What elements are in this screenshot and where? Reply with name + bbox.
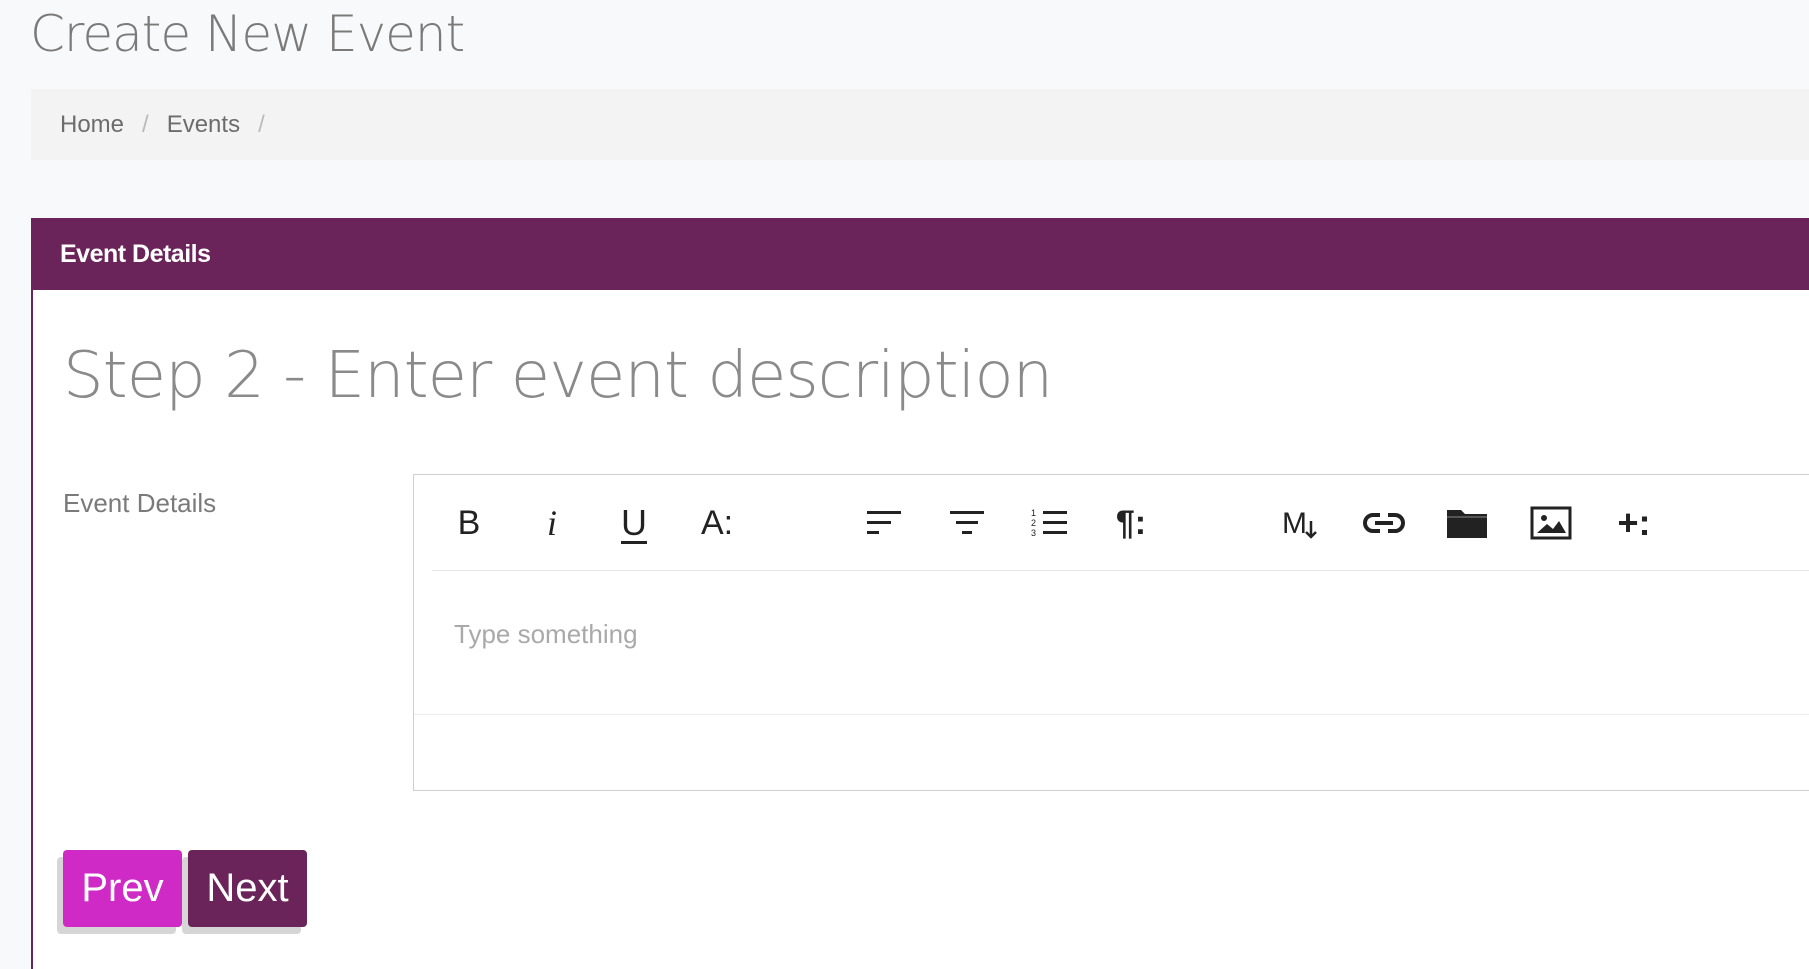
folder-icon [1447, 510, 1487, 538]
link-button[interactable] [1357, 499, 1411, 547]
ordered-list-button[interactable]: 1 2 3 [1022, 499, 1076, 547]
breadcrumb-home[interactable]: Home [60, 111, 124, 139]
image-icon [1530, 506, 1572, 540]
next-button[interactable]: Next [188, 850, 307, 927]
folder-button[interactable] [1440, 499, 1494, 547]
link-icon [1363, 513, 1405, 533]
ordered-list-icon: 1 2 3 [1031, 508, 1067, 538]
editor-toolbar: B i U A: 1 2 3 ¶: M +: [432, 475, 1809, 571]
insert-more-button[interactable]: +: [1607, 499, 1661, 547]
insert-more-icon: +: [1617, 502, 1651, 543]
image-button[interactable] [1524, 499, 1578, 547]
align-left-button[interactable] [857, 499, 911, 547]
rich-text-editor: B i U A: 1 2 3 ¶: M +: Type something [413, 474, 1809, 791]
bold-icon: B [457, 504, 481, 542]
svg-text:1: 1 [1031, 508, 1036, 518]
event-details-label: Event Details [63, 488, 217, 518]
font-size-icon: A: [700, 504, 734, 542]
bold-button[interactable]: B [442, 499, 496, 547]
align-center-icon [950, 511, 984, 534]
markdown-button[interactable]: M [1274, 499, 1328, 547]
italic-icon: i [546, 503, 557, 543]
align-center-button[interactable] [940, 499, 994, 547]
event-details-panel: Event Details Step 2 - Enter event descr… [31, 218, 1809, 969]
paragraph-icon: ¶: [1115, 504, 1147, 542]
panel-header: Event Details [31, 218, 1809, 290]
paragraph-button[interactable]: ¶: [1104, 499, 1158, 547]
breadcrumb: Home / Events / [31, 89, 1809, 160]
underline-icon: U [621, 502, 647, 543]
underline-button[interactable]: U [607, 499, 661, 547]
prev-button[interactable]: Prev [63, 850, 182, 927]
svg-text:3: 3 [1031, 528, 1036, 538]
italic-button[interactable]: i [525, 499, 579, 547]
markdown-icon: M [1282, 507, 1317, 540]
editor-content-area[interactable]: Type something [414, 571, 1809, 715]
breadcrumb-separator: / [258, 110, 265, 138]
breadcrumb-events[interactable]: Events [167, 111, 240, 139]
align-left-icon [867, 511, 901, 534]
page-title: Create New Event [30, 5, 465, 63]
step-title: Step 2 - Enter event description [63, 339, 1053, 413]
editor-placeholder: Type something [454, 619, 638, 649]
svg-text:2: 2 [1031, 518, 1036, 528]
svg-text:M: M [1282, 507, 1307, 540]
breadcrumb-separator: / [142, 110, 149, 138]
font-size-button[interactable]: A: [690, 499, 744, 547]
